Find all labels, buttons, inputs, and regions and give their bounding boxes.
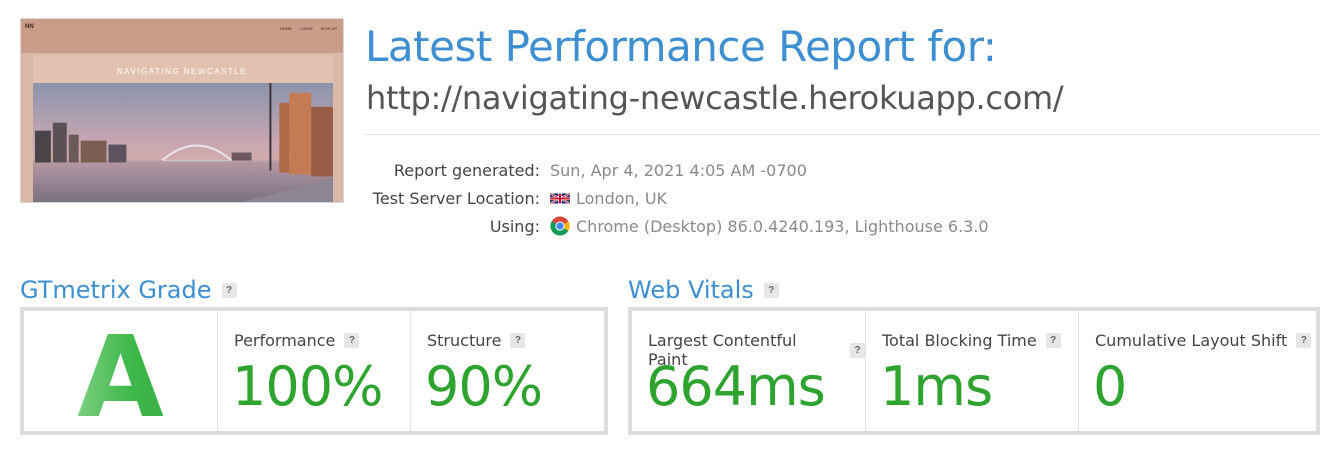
thumbnail-logo: NN: [25, 24, 34, 30]
report-meta: Report generated: Sun, Apr 4, 2021 4:05 …: [340, 156, 989, 240]
thumbnail-hero-title: NAVIGATING NEWCASTLE: [116, 67, 248, 76]
grade-cell: A: [24, 311, 218, 443]
web-vitals-heading: Web Vitals: [628, 276, 754, 304]
uk-flag-icon: [550, 192, 570, 204]
chrome-icon: [550, 216, 570, 236]
cls-label: Cumulative Layout Shift: [1095, 331, 1288, 350]
web-vitals-title: Web Vitals ?: [628, 276, 779, 304]
using-value: Chrome (Desktop) 86.0.4240.193, Lighthou…: [576, 216, 989, 236]
thumbnail-nav-link: HOME: [280, 26, 293, 31]
structure-label: Structure: [427, 331, 502, 350]
header-divider: [365, 134, 1320, 135]
performance-cell: Performance ? 100%: [218, 311, 411, 431]
thumbnail-navbar: NN HOME LOGIN SIGN UP: [21, 19, 343, 53]
grade-letter: A: [24, 313, 217, 443]
site-thumbnail: NN HOME LOGIN SIGN UP NAVIGATING NEWCAST…: [20, 18, 344, 203]
server-location-row: Test Server Location: London, UK: [340, 184, 989, 212]
using-label: Using:: [489, 216, 540, 236]
report-url[interactable]: http://navigating-newcastle.herokuapp.co…: [366, 79, 1064, 117]
lcp-cell: Largest Contentful Paint ? 664ms: [632, 311, 866, 431]
report-generated-label: Report generated:: [393, 160, 540, 180]
performance-value: 100%: [232, 355, 383, 418]
structure-cell: Structure ? 90%: [411, 311, 604, 431]
thumbnail-nav-link: LOGIN: [300, 26, 313, 31]
web-vitals-panel: Largest Contentful Paint ? 664ms Total B…: [628, 307, 1320, 435]
help-icon[interactable]: ?: [344, 333, 360, 348]
help-icon[interactable]: ?: [510, 333, 526, 348]
lcp-value: 664ms: [646, 355, 826, 418]
help-icon[interactable]: ?: [763, 282, 779, 298]
thumbnail-nav-links: HOME LOGIN SIGN UP: [280, 26, 337, 31]
gtmetrix-grade-panel: A Performance ? 100% Structure ? 90%: [20, 307, 608, 443]
server-location-value: London, UK: [576, 188, 668, 208]
help-icon[interactable]: ?: [1045, 333, 1061, 348]
gtmetrix-grade-heading: GTmetrix Grade: [20, 276, 212, 304]
report-generated-row: Report generated: Sun, Apr 4, 2021 4:05 …: [340, 156, 989, 184]
tbt-cell: Total Blocking Time ? 1ms: [866, 311, 1079, 431]
tbt-label: Total Blocking Time: [882, 331, 1037, 350]
cls-value: 0: [1093, 355, 1127, 418]
using-row: Using: Chrome (Desktop) 86.0.4240.193, L…: [340, 212, 989, 240]
thumbnail-nav-link: SIGN UP: [320, 26, 337, 31]
tbt-value: 1ms: [880, 355, 993, 418]
gtmetrix-grade-title: GTmetrix Grade ?: [20, 276, 237, 304]
report-generated-value: Sun, Apr 4, 2021 4:05 AM -0700: [550, 160, 807, 180]
help-icon[interactable]: ?: [1296, 333, 1312, 348]
report-title: Latest Performance Report for:: [365, 22, 997, 71]
server-location-label: Test Server Location:: [372, 188, 540, 208]
cls-cell: Cumulative Layout Shift ? 0: [1079, 311, 1316, 431]
structure-value: 90%: [425, 355, 543, 418]
help-icon[interactable]: ?: [221, 282, 237, 298]
performance-label: Performance: [234, 331, 336, 350]
thumbnail-photo: [33, 83, 333, 202]
help-icon[interactable]: ?: [850, 342, 865, 358]
